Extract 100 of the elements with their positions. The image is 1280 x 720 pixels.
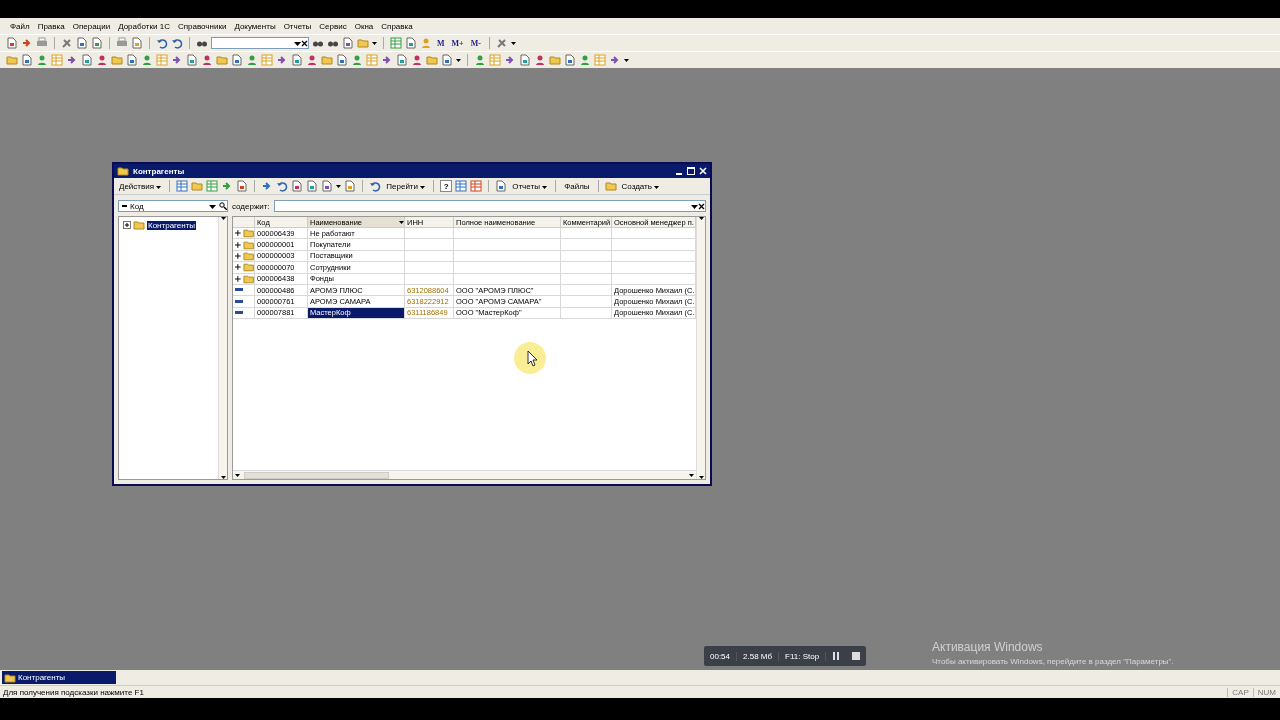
memory-button[interactable]: M+ — [449, 38, 466, 48]
grid-icon[interactable] — [390, 37, 402, 49]
scrollbar[interactable] — [696, 217, 705, 479]
person-icon[interactable] — [141, 54, 153, 66]
maximize-icon[interactable] — [687, 167, 695, 175]
document-icon[interactable] — [186, 54, 198, 66]
document-icon[interactable] — [441, 54, 453, 66]
caret-icon[interactable] — [156, 185, 162, 189]
menu-item[interactable]: Файл — [10, 21, 30, 31]
expand-icon[interactable] — [235, 264, 241, 271]
printer-icon[interactable] — [36, 37, 48, 49]
caret-icon[interactable] — [456, 58, 461, 62]
person-icon[interactable] — [201, 54, 213, 66]
grid-icon[interactable] — [470, 180, 483, 192]
document-icon[interactable] — [306, 180, 319, 192]
memory-button[interactable]: M — [435, 38, 447, 48]
caret-icon[interactable] — [542, 185, 548, 189]
person-icon[interactable] — [411, 54, 423, 66]
document-icon[interactable] — [236, 180, 249, 192]
person-icon[interactable] — [351, 54, 363, 66]
person-icon[interactable] — [579, 54, 591, 66]
close-icon[interactable] — [301, 39, 308, 47]
scrollbar[interactable] — [218, 217, 227, 479]
undo-icon[interactable] — [156, 37, 168, 49]
expand-icon[interactable] — [235, 252, 241, 259]
dropdown-icon[interactable] — [209, 202, 216, 210]
undo-icon[interactable] — [171, 37, 183, 49]
menu-item[interactable]: Сервис — [319, 21, 347, 31]
memory-button[interactable]: M- — [468, 38, 483, 48]
caret-icon[interactable] — [654, 185, 660, 189]
document-icon[interactable] — [321, 180, 334, 192]
document-icon[interactable] — [342, 37, 354, 49]
caret-icon[interactable] — [220, 217, 226, 220]
person-icon[interactable] — [474, 54, 486, 66]
expand-icon[interactable] — [235, 230, 241, 237]
arrow-icon[interactable] — [66, 54, 78, 66]
arrow-icon[interactable] — [609, 54, 621, 66]
menu-item[interactable]: Доработки 1С — [118, 21, 170, 31]
expand-icon[interactable] — [235, 275, 241, 282]
menu-item[interactable]: Окна — [354, 21, 374, 31]
close-icon[interactable] — [698, 202, 705, 210]
person-icon[interactable] — [96, 54, 108, 66]
folder-icon[interactable] — [117, 165, 129, 177]
document-icon[interactable] — [495, 180, 508, 192]
caret-icon[interactable] — [235, 473, 240, 477]
caret-icon[interactable] — [336, 184, 342, 188]
menu-item[interactable]: Правка — [37, 21, 65, 31]
undo-icon[interactable] — [276, 180, 289, 192]
grid-icon[interactable] — [455, 180, 468, 192]
grid-icon[interactable] — [176, 180, 189, 192]
document-icon[interactable] — [519, 54, 531, 66]
document-icon[interactable] — [21, 54, 33, 66]
expand-icon[interactable] — [235, 241, 241, 248]
caret-icon[interactable] — [399, 220, 404, 224]
document-icon[interactable] — [291, 54, 303, 66]
menu-item[interactable]: Отчеты — [283, 21, 312, 31]
caret-icon[interactable] — [698, 217, 704, 220]
arrow-icon[interactable] — [21, 37, 33, 49]
stop-hint[interactable]: F11: Stop — [779, 651, 827, 661]
grid-icon[interactable] — [206, 180, 219, 192]
arrow-icon[interactable] — [504, 54, 516, 66]
document-icon[interactable] — [396, 54, 408, 66]
expand-icon[interactable] — [123, 221, 131, 229]
document-icon[interactable] — [564, 54, 576, 66]
document-icon[interactable] — [81, 54, 93, 66]
menu-item[interactable]: Справка — [381, 21, 413, 31]
person-icon[interactable] — [534, 54, 546, 66]
reports-menu[interactable]: Отчеты — [510, 181, 550, 191]
dropdown-icon[interactable] — [691, 202, 698, 210]
person-icon[interactable] — [306, 54, 318, 66]
printer-icon[interactable] — [116, 37, 128, 49]
document-icon[interactable] — [126, 54, 138, 66]
caret-icon[interactable] — [220, 476, 226, 479]
undo-icon[interactable] — [369, 180, 382, 192]
dropdown-icon[interactable] — [294, 39, 301, 47]
person-icon[interactable] — [36, 54, 48, 66]
document-icon[interactable] — [336, 54, 348, 66]
menu-item[interactable]: Операции — [72, 21, 111, 31]
caret-icon[interactable] — [510, 41, 516, 45]
folder-icon[interactable] — [4, 671, 16, 684]
document-icon[interactable] — [91, 37, 103, 49]
caret-icon[interactable] — [624, 58, 629, 62]
document-icon[interactable] — [231, 54, 243, 66]
taskbar-item[interactable]: Контрагенты — [2, 671, 116, 684]
filter-input[interactable] — [273, 200, 706, 212]
tree-item[interactable]: Контрагенты — [147, 220, 197, 230]
menu-item[interactable]: Справочники — [177, 21, 227, 31]
document-icon[interactable] — [6, 37, 18, 49]
document-icon[interactable] — [405, 37, 417, 49]
create-menu[interactable]: Создать — [619, 181, 662, 191]
search-icon[interactable] — [219, 202, 227, 210]
goto-menu[interactable]: Перейти — [384, 181, 428, 191]
menu-item[interactable]: Документы — [234, 21, 276, 31]
filter-field-select[interactable]: Код — [118, 200, 228, 212]
document-icon[interactable] — [291, 180, 304, 192]
caret-icon[interactable] — [372, 41, 377, 45]
arrow-icon[interactable] — [171, 54, 183, 66]
actions-menu[interactable]: Действия — [117, 181, 164, 191]
person-icon[interactable] — [246, 54, 258, 66]
search-field[interactable] — [211, 37, 309, 49]
